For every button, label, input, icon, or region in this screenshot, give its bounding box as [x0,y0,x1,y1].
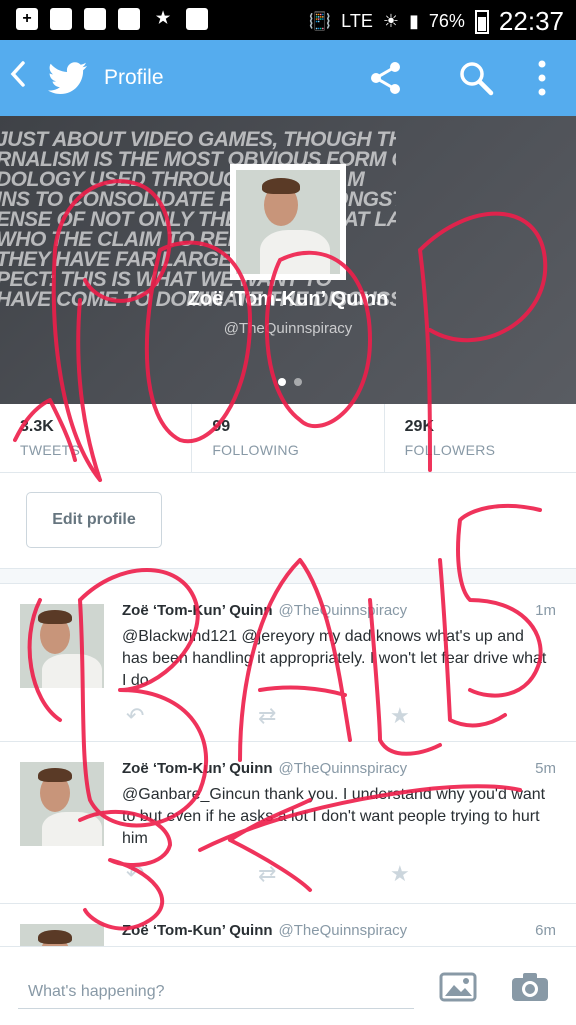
stat-value: 3.3K [20,418,54,435]
profile-stats: 3.3K TWEETS 99 FOLLOWING 29K FOLLOWERS [0,404,576,473]
compose-input[interactable]: What's happening? [18,975,414,1009]
tweet-author: Zoë ‘Tom-Kun’ Quinn @TheQuinnspiracy [122,760,407,777]
page-dot [294,378,302,386]
stat-tweets[interactable]: 3.3K TWEETS [0,404,193,472]
page-title: Profile [104,66,164,89]
stat-label: TWEETS [20,442,81,458]
stat-following[interactable]: 99 FOLLOWING [192,404,385,472]
stat-label: FOLLOWING [212,442,300,458]
tweet-avatar[interactable] [20,924,104,946]
tweet-time: 1m [535,602,556,619]
tweet-author-name: Zoë ‘Tom-Kun’ Quinn [122,602,273,619]
favorite-star-icon[interactable]: ★ [390,862,410,886]
brightness-icon: ☀ [382,11,399,31]
share-icon[interactable] [368,60,404,101]
twitter-bird-icon[interactable] [48,62,88,99]
tweet-handle: @TheQuinnspiracy [278,760,408,777]
tweet-text: @Ganbare_Gincun thank you. I understand … [122,786,546,847]
add-notification-icon: + [16,8,38,30]
status-bar: + ★ 📳 LTE ☀ ▮ 76% 22:37 [0,0,576,40]
profile-avatar[interactable] [230,164,346,280]
message-icon [118,8,140,30]
page-dot-active [278,378,286,386]
tweet-composer: What's happening? [0,946,576,1025]
tweet-actions: ↶ ⇄ ★ [122,862,422,886]
message-icon [84,8,106,30]
tweet-actions: ↶ ⇄ ★ [122,704,422,728]
stat-value: 99 [212,418,231,435]
tweet-item[interactable]: Zoë ‘Tom-Kun’ Quinn @TheQuinnspiracy 5m @… [0,742,576,902]
instagram-icon [186,8,208,30]
search-icon[interactable] [458,60,494,101]
camera-icon[interactable] [510,971,550,1008]
star-icon: ★ [155,10,171,27]
reply-icon[interactable]: ↶ [126,704,144,728]
stat-label: FOLLOWERS [404,442,496,458]
network-type: LTE [341,11,373,31]
photo-icon[interactable] [438,971,478,1008]
stat-value: 29K [404,418,435,435]
favorite-star-icon[interactable]: ★ [390,704,410,728]
section-divider [0,568,576,584]
tweet-author: Zoë ‘Tom-Kun’ Quinn @TheQuinnspiracy [122,602,407,619]
more-vert-icon[interactable] [536,58,548,103]
vibrate-icon: 📳 [308,11,332,31]
profile-handle: @TheQuinnspiracy [223,320,353,337]
tweet-author-name: Zoë ‘Tom-Kun’ Quinn [122,760,273,777]
notification-icons: + ★ [16,8,208,30]
clock: 22:37 [498,6,564,36]
tweet-author: Zoë ‘Tom-Kun’ Quinn @TheQuinnspiracy [122,922,407,939]
battery-icon [474,9,489,34]
tweet-avatar[interactable] [20,604,104,688]
page-indicator [278,378,302,386]
battery-percent: 76% [428,11,465,31]
tweet-time: 5m [535,760,556,777]
tweet-item[interactable]: Zoë ‘Tom-Kun’ Quinn @TheQuinnspiracy 1m @… [0,584,576,740]
edit-profile-button[interactable]: Edit profile [26,492,162,548]
app-bar: Profile [0,40,576,116]
banner-line: JUST ABOUT VIDEO GAMES, THOUGH THE CURRE… [0,130,396,150]
signal-icon: ▮ [408,11,419,31]
tweet-handle: @TheQuinnspiracy [278,922,408,939]
tweet-avatar[interactable] [20,762,104,846]
back-arrow-icon[interactable] [10,60,26,96]
message-icon [50,8,72,30]
stat-followers[interactable]: 29K FOLLOWERS [385,404,576,472]
tweet-text: @Blackwind121 @jereyory my dad knows wha… [122,628,547,689]
reply-icon[interactable]: ↶ [126,862,144,886]
tweet-author-name: Zoë ‘Tom-Kun’ Quinn [122,922,273,939]
profile-name: Zoë ‘Tom-Kun’ Quinn [187,288,389,310]
tweet-handle: @TheQuinnspiracy [278,602,408,619]
tweet-time: 6m [535,922,556,939]
retweet-icon[interactable]: ⇄ [258,862,276,886]
tweet-item[interactable]: Zoë ‘Tom-Kun’ Quinn @TheQuinnspiracy 6m [0,904,576,946]
retweet-icon[interactable]: ⇄ [258,704,276,728]
